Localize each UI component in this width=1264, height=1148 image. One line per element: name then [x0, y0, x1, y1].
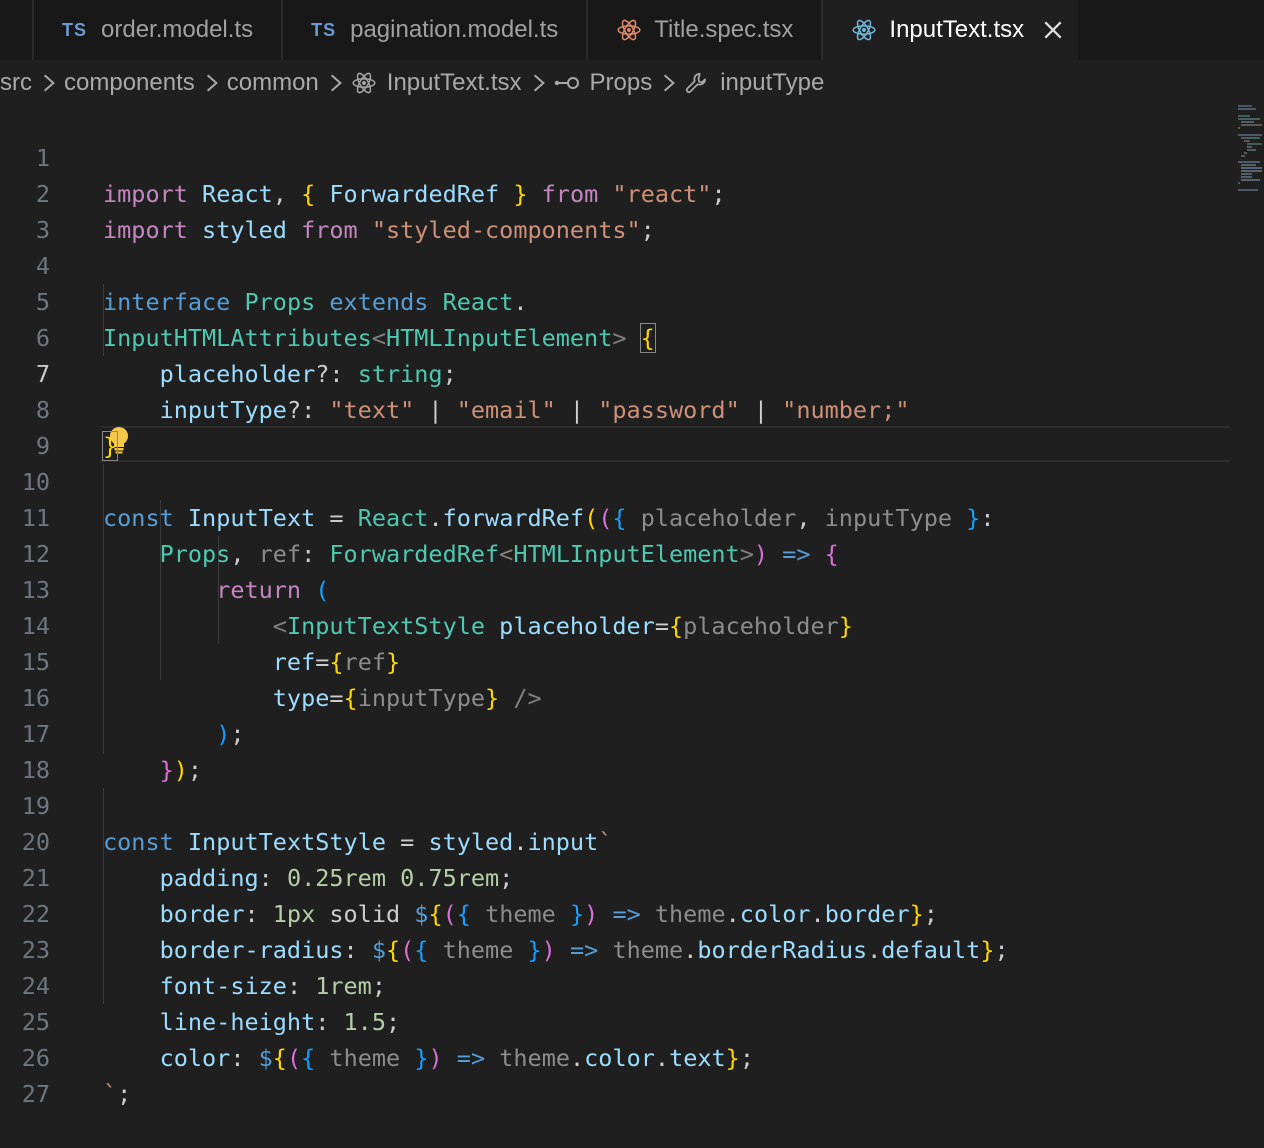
code-line: 6 placeholder?: string; [0, 284, 1230, 388]
code-line: 26 `; [0, 1004, 1230, 1108]
code-line: 8 } [0, 356, 1230, 461]
code-line: 23 font-size: 1rem; [0, 896, 1230, 1000]
code-line: 22 border-radius: ${({ theme }) => theme… [0, 860, 1230, 964]
code-line: 5 InputHTMLAttributes<HTMLInputElement> … [0, 248, 1230, 353]
tab-pagination-model[interactable]: TS pagination.model.ts [283, 0, 589, 60]
breadcrumb-item-src[interactable]: src [0, 69, 32, 97]
close-icon[interactable] [1042, 19, 1064, 41]
code-line: 27 [0, 1040, 1230, 1108]
breadcrumb-props-label: Props [589, 69, 653, 96]
code-line: 12 return ( [0, 500, 1230, 604]
code-line: 19 const InputTextStyle = styled.input` [0, 752, 1230, 856]
code-line: 13 <InputTextStyle placeholder={placehol… [0, 536, 1230, 640]
react-icon [352, 72, 376, 94]
line-code: `; [103, 1080, 132, 1108]
line-number: 27 [21, 1080, 50, 1108]
code-line: 14 ref={ref} [0, 572, 1230, 676]
code-line: 15 type={inputType} /> [0, 608, 1230, 712]
tab-inputtext[interactable]: InputText.tsx [823, 0, 1079, 60]
wrench-icon [686, 72, 707, 93]
breadcrumb: src components common InputText.tsx Prop… [0, 60, 1230, 106]
editor-tab-bar: TS order.model.ts TS pagination.model.ts… [0, 0, 1264, 60]
code-line: 21 border: 1px solid ${({ theme }) => th… [0, 824, 1230, 928]
minimap[interactable] [1236, 104, 1264, 224]
code-line: 9 [0, 392, 1230, 460]
code-line: 25 color: ${({ theme }) => theme.color.t… [0, 968, 1230, 1072]
code-line: 20 padding: 0.25rem 0.75rem; [0, 788, 1230, 892]
breadcrumb-item-components[interactable]: components [64, 69, 195, 97]
react-icon [617, 19, 641, 41]
code-editor[interactable]: 1 import React, { ForwardedRef } from "r… [0, 104, 1230, 1108]
breadcrumb-file-label: InputText.tsx [386, 69, 522, 96]
code-line: 4 interface Props extends React. [0, 212, 1230, 316]
code-line: 24 line-height: 1.5; [0, 932, 1230, 1036]
code-line: 18 [0, 716, 1230, 784]
code-line: 10 const InputText = React.forwardRef(({… [0, 428, 1230, 532]
tab-order-model[interactable]: TS order.model.ts [32, 0, 284, 60]
chevron-right-icon [533, 74, 545, 92]
breadcrumb-inputtype-label: inputType [720, 69, 825, 96]
code-line: 1 import React, { ForwardedRef } from "r… [0, 104, 1230, 208]
breadcrumb-item-props[interactable]: Props [554, 69, 653, 97]
react-icon [852, 19, 876, 41]
typescript-icon: TS [62, 19, 88, 40]
chevron-right-icon [43, 74, 55, 92]
chevron-right-icon [664, 74, 676, 92]
breadcrumb-item-inputtype[interactable]: inputType [684, 69, 824, 97]
code-line: 7 inputType?: "text" | "email" | "passwo… [0, 320, 1230, 424]
tab-title-spec[interactable]: Title.spec.tsx [588, 0, 824, 60]
breadcrumb-item-common[interactable]: common [227, 69, 319, 97]
tab-label: order.model.ts [101, 16, 254, 43]
interface-icon [554, 77, 579, 89]
tab-label: Title.spec.tsx [654, 16, 794, 43]
chevron-right-icon [206, 74, 218, 92]
code-line: 16 ); [0, 644, 1230, 748]
tab-label: InputText.tsx [889, 16, 1025, 43]
tab-label: pagination.model.ts [350, 16, 559, 43]
code-line: 11 Props, ref: ForwardedRef<HTMLInputEle… [0, 464, 1230, 568]
code-line: 17 }); [0, 680, 1230, 784]
typescript-icon: TS [311, 19, 337, 40]
code-line: 3 [0, 176, 1230, 244]
code-line: 2 import styled from "styled-components"… [0, 140, 1230, 244]
breadcrumb-item-file[interactable]: InputText.tsx [351, 69, 522, 97]
chevron-right-icon [330, 74, 342, 92]
